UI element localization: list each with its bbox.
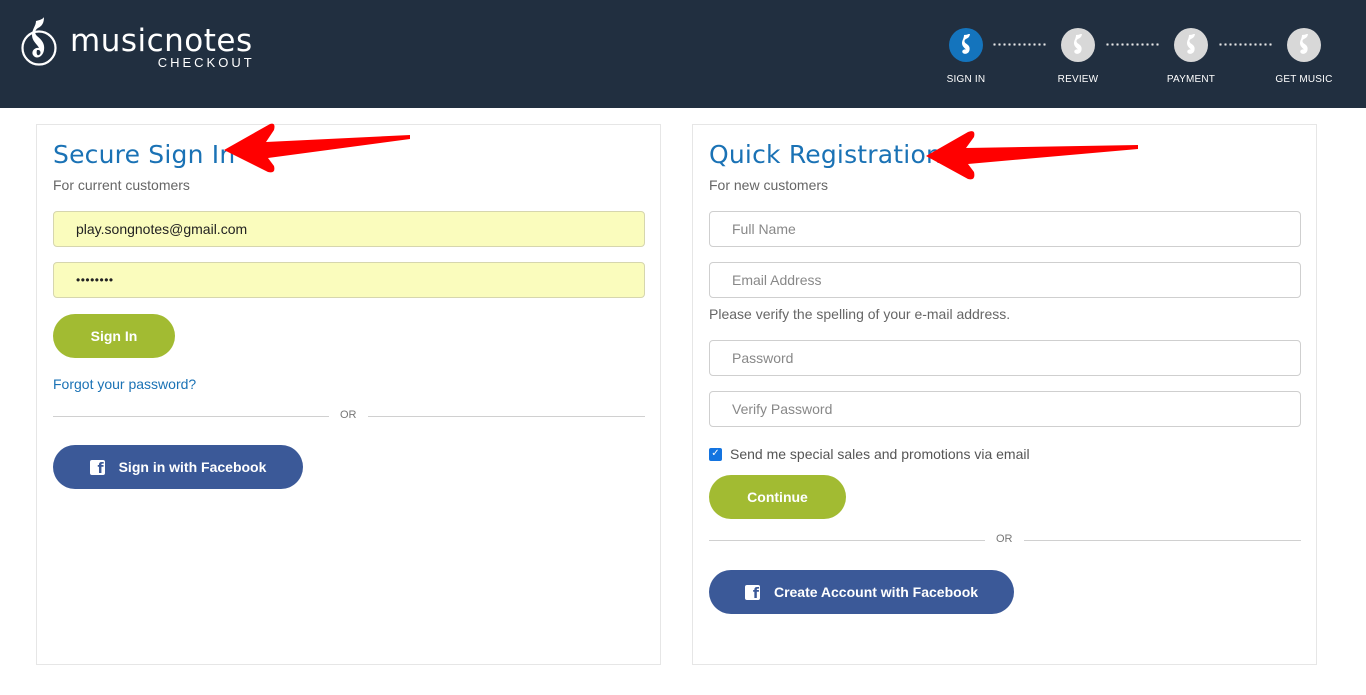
email-address-input[interactable]: Email Address [709, 262, 1301, 298]
divider-line [709, 540, 985, 541]
sign-in-title: Secure Sign In [53, 140, 236, 169]
step-label: SIGN IN [946, 74, 986, 85]
step-circle [1174, 28, 1208, 62]
promotions-checkbox[interactable]: ✓ [709, 447, 722, 461]
email-field[interactable]: play.songnotes@gmail.com [53, 211, 645, 247]
or-text: OR [340, 409, 357, 421]
step-get-music: GET MUSIC [1264, 28, 1344, 85]
sign-in-panel: Secure Sign In For current customers pla… [36, 124, 661, 665]
note-icon [1074, 34, 1082, 54]
password-input[interactable]: Password [709, 340, 1301, 376]
checkout-progress: SIGN IN REVIEW PAYMENT GET MUSIC [930, 28, 1350, 98]
or-divider: OR [709, 533, 1301, 547]
divider-line [1024, 540, 1301, 541]
password-field[interactable]: •••••••• [53, 262, 645, 298]
annotation-arrow-icon [224, 123, 410, 173]
promotions-opt-in[interactable]: ✓ Send me special sales and promotions v… [709, 446, 1030, 462]
or-text: OR [996, 533, 1013, 545]
divider-line [368, 416, 645, 417]
step-circle [1061, 28, 1095, 62]
musicnotes-logo[interactable]: musicnotes CHECKOUT [20, 17, 253, 70]
facebook-create-account-button[interactable]: f Create Account with Facebook [709, 570, 1014, 614]
forgot-password-link[interactable]: Forgot your password? [53, 376, 196, 392]
divider-line [53, 416, 329, 417]
facebook-create-account-label: Create Account with Facebook [773, 584, 979, 600]
full-name-input[interactable]: Full Name [709, 211, 1301, 247]
facebook-sign-in-label: Sign in with Facebook [118, 459, 267, 475]
registration-title: Quick Registration [709, 140, 942, 169]
step-payment: PAYMENT [1151, 28, 1231, 85]
continue-button[interactable]: Continue [709, 475, 846, 519]
promotions-label: Send me special sales and promotions via… [730, 446, 1030, 462]
registration-panel: Quick Registration For new customers Ful… [692, 124, 1317, 665]
sign-in-button[interactable]: Sign In [53, 314, 175, 358]
step-label: PAYMENT [1166, 74, 1216, 85]
logo-wordmark: musicnotes [70, 23, 253, 59]
facebook-sign-in-button[interactable]: f Sign in with Facebook [53, 445, 303, 489]
email-spelling-note: Please verify the spelling of your e-mai… [709, 306, 1011, 322]
step-label: REVIEW [1057, 74, 1099, 85]
step-label: GET MUSIC [1275, 74, 1333, 85]
step-sign-in: SIGN IN [926, 28, 1006, 85]
facebook-icon: f [744, 584, 760, 601]
facebook-icon: f [89, 459, 105, 476]
checkout-header: musicnotes CHECKOUT SIGN IN REVIEW PAYME… [0, 0, 1366, 108]
note-icon [962, 34, 970, 54]
sign-in-subtitle: For current customers [53, 177, 190, 193]
note-icon [1300, 34, 1308, 54]
step-review: REVIEW [1038, 28, 1118, 85]
annotation-arrow-icon [926, 131, 1138, 180]
registration-subtitle: For new customers [709, 177, 829, 193]
step-circle [949, 28, 983, 62]
step-circle [1287, 28, 1321, 62]
note-icon [1187, 34, 1195, 54]
verify-password-input[interactable]: Verify Password [709, 391, 1301, 427]
musicnotes-logo-icon [21, 17, 57, 66]
or-divider: OR [53, 409, 645, 423]
